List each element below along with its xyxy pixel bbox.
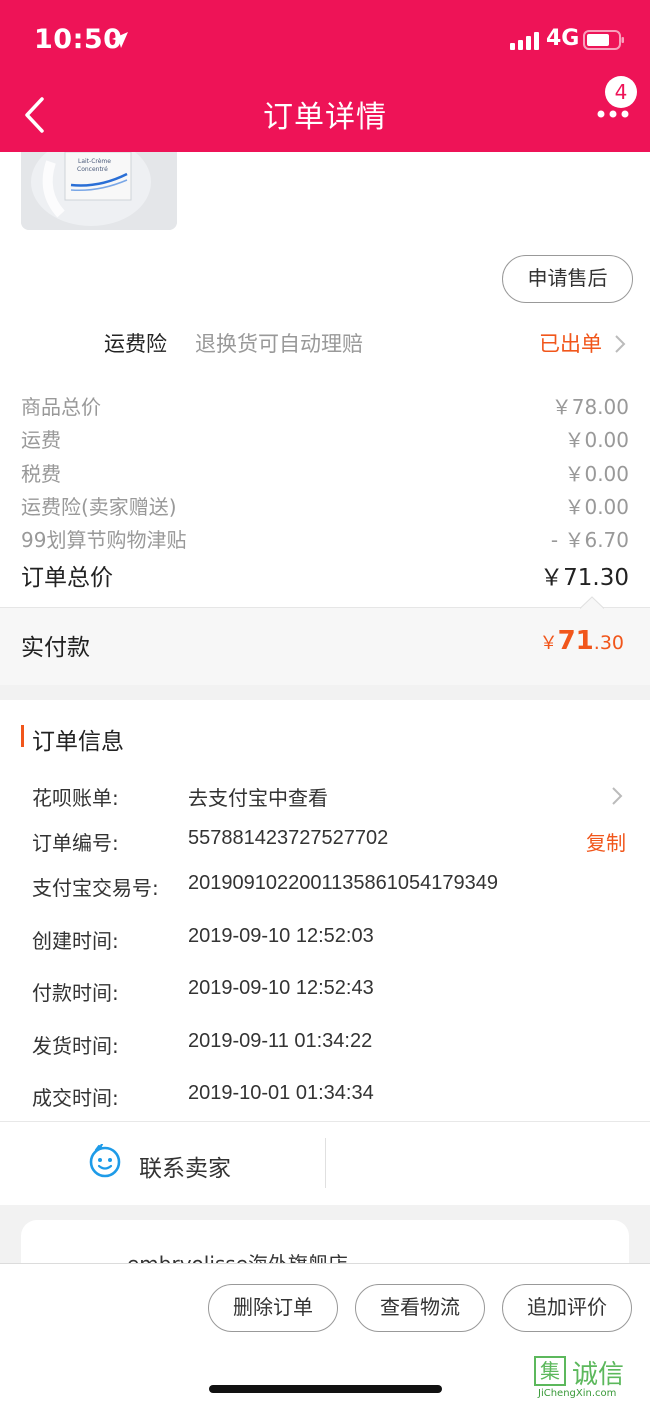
more-icon[interactable] [596, 108, 630, 120]
info-key: 成交时间: [32, 1086, 119, 1110]
page-title: 订单详情 [263, 100, 387, 135]
info-key: 支付宝交易号: [32, 876, 159, 900]
fee-label: 运费险(卖家赠送) [21, 495, 177, 519]
paid-value: ￥71.30 [540, 626, 624, 656]
product-label-line-1: Lait-Crème [78, 158, 111, 165]
signal-icon [510, 32, 539, 50]
info-value: 557881423727527702 [188, 827, 389, 849]
heading-accent-bar [21, 725, 24, 747]
info-value: 去支付宝中查看 [188, 786, 328, 810]
info-row-paid-time: 付款时间: 2019-09-10 12:52:43 [32, 977, 632, 1007]
insurance-title: 运费险 [104, 332, 167, 356]
product-thumbnail: Lait-Crème Concentré [21, 152, 177, 230]
insurance-desc: 退换货可自动理赔 [195, 332, 363, 356]
info-key: 订单编号: [32, 831, 119, 855]
watermark-en: JiChengXin.com [538, 1388, 617, 1399]
fee-row-insurance: 运费险(卖家赠送) ￥0.00 [21, 491, 629, 521]
fee-row-allowance: 99划算节购物津贴 - ￥6.70 [21, 524, 629, 554]
info-key: 付款时间: [32, 981, 119, 1005]
info-value: 2019-10-01 01:34:34 [188, 1082, 374, 1104]
fee-label: 商品总价 [21, 395, 101, 419]
order-total-label: 订单总价 [21, 565, 113, 591]
watermark-cn: 诚信 [572, 1360, 625, 1390]
paid-label: 实付款 [21, 635, 90, 661]
insurance-status: 已出单 [539, 332, 602, 356]
info-key: 发货时间: [32, 1034, 119, 1058]
view-logistics-button[interactable]: 查看物流 [355, 1284, 485, 1332]
message-badge: 4 [605, 76, 637, 108]
fee-value: ￥78.00 [551, 395, 629, 419]
after-sales-button[interactable]: 申请售后 [502, 255, 633, 303]
fee-row-tax: 税费 ￥0.00 [21, 458, 629, 488]
watermark-box: 集 [534, 1356, 566, 1386]
fee-value: ￥0.00 [564, 495, 629, 519]
info-value: 2019091022001135861054179349 [188, 872, 498, 894]
section-divider [0, 685, 650, 700]
chevron-right-icon [612, 787, 623, 805]
info-row-shipped-time: 发货时间: 2019-09-11 01:34:22 [32, 1030, 632, 1060]
vertical-divider [325, 1138, 326, 1188]
chat-face-icon[interactable] [88, 1144, 122, 1178]
paid-integer: 71 [557, 626, 594, 656]
contact-seller-button[interactable]: 联系卖家 [139, 1149, 231, 1183]
info-key: 花呗账单: [32, 786, 119, 810]
info-row-alipay-trade-no: 支付宝交易号: 2019091022001135861054179349 [32, 872, 632, 902]
home-indicator[interactable] [209, 1385, 442, 1393]
fee-row-shipping: 运费 ￥0.00 [21, 424, 629, 454]
fee-value: - ￥6.70 [550, 528, 629, 552]
app-header: 10:50 4G 订单详情 4 [0, 0, 650, 152]
caret-up-icon [580, 596, 604, 609]
status-bar: 10:50 4G [0, 0, 650, 80]
delete-order-button[interactable]: 删除订单 [208, 1284, 338, 1332]
fee-label: 税费 [21, 462, 61, 486]
watermark-logo: 集 诚信 JiChengXin.com [532, 1354, 650, 1404]
order-info-title: 订单信息 [32, 729, 124, 755]
fee-row-goods-total: 商品总价 ￥78.00 [21, 391, 629, 421]
info-key: 创建时间: [32, 929, 119, 953]
info-value: 2019-09-10 12:52:03 [188, 925, 374, 947]
info-row-order-number: 订单编号: 557881423727527702 复制 [32, 827, 632, 857]
info-row-huabei[interactable]: 花呗账单: 去支付宝中查看 [32, 782, 632, 812]
chevron-right-icon [615, 335, 626, 353]
order-total-value: ￥71.30 [540, 565, 629, 591]
add-review-button[interactable]: 追加评价 [502, 1284, 632, 1332]
network-type: 4G [546, 26, 580, 51]
fee-value: ￥0.00 [564, 428, 629, 452]
fee-value: ￥0.00 [564, 462, 629, 486]
paid-amount-box: 实付款 ￥71.30 [0, 607, 650, 685]
product-image[interactable]: Lait-Crème Concentré [21, 152, 177, 230]
fee-label: 99划算节购物津贴 [21, 528, 187, 552]
battery-icon [583, 30, 624, 50]
product-label-line-2: Concentré [77, 166, 108, 173]
copy-button[interactable]: 复制 [586, 827, 626, 856]
paid-currency: ￥ [539, 633, 558, 654]
info-row-created-time: 创建时间: 2019-09-10 12:52:03 [32, 925, 632, 955]
paid-decimal: .30 [593, 632, 624, 654]
bottom-action-bar: 删除订单 查看物流 追加评价 集 诚信 JiChengXin.com [0, 1263, 650, 1407]
fee-label: 运费 [21, 428, 61, 452]
info-value: 2019-09-10 12:52:43 [188, 977, 374, 999]
info-value: 2019-09-11 01:34:22 [188, 1030, 373, 1052]
order-total-row: 订单总价 ￥71.30 [21, 558, 629, 592]
shipping-insurance-row[interactable]: 运费险 退换货可自动理赔 已出单 [0, 320, 650, 368]
contact-seller-row: 联系卖家 [0, 1121, 650, 1205]
info-row-deal-time: 成交时间: 2019-10-01 01:34:34 [32, 1082, 632, 1112]
location-arrow-icon [112, 32, 128, 48]
